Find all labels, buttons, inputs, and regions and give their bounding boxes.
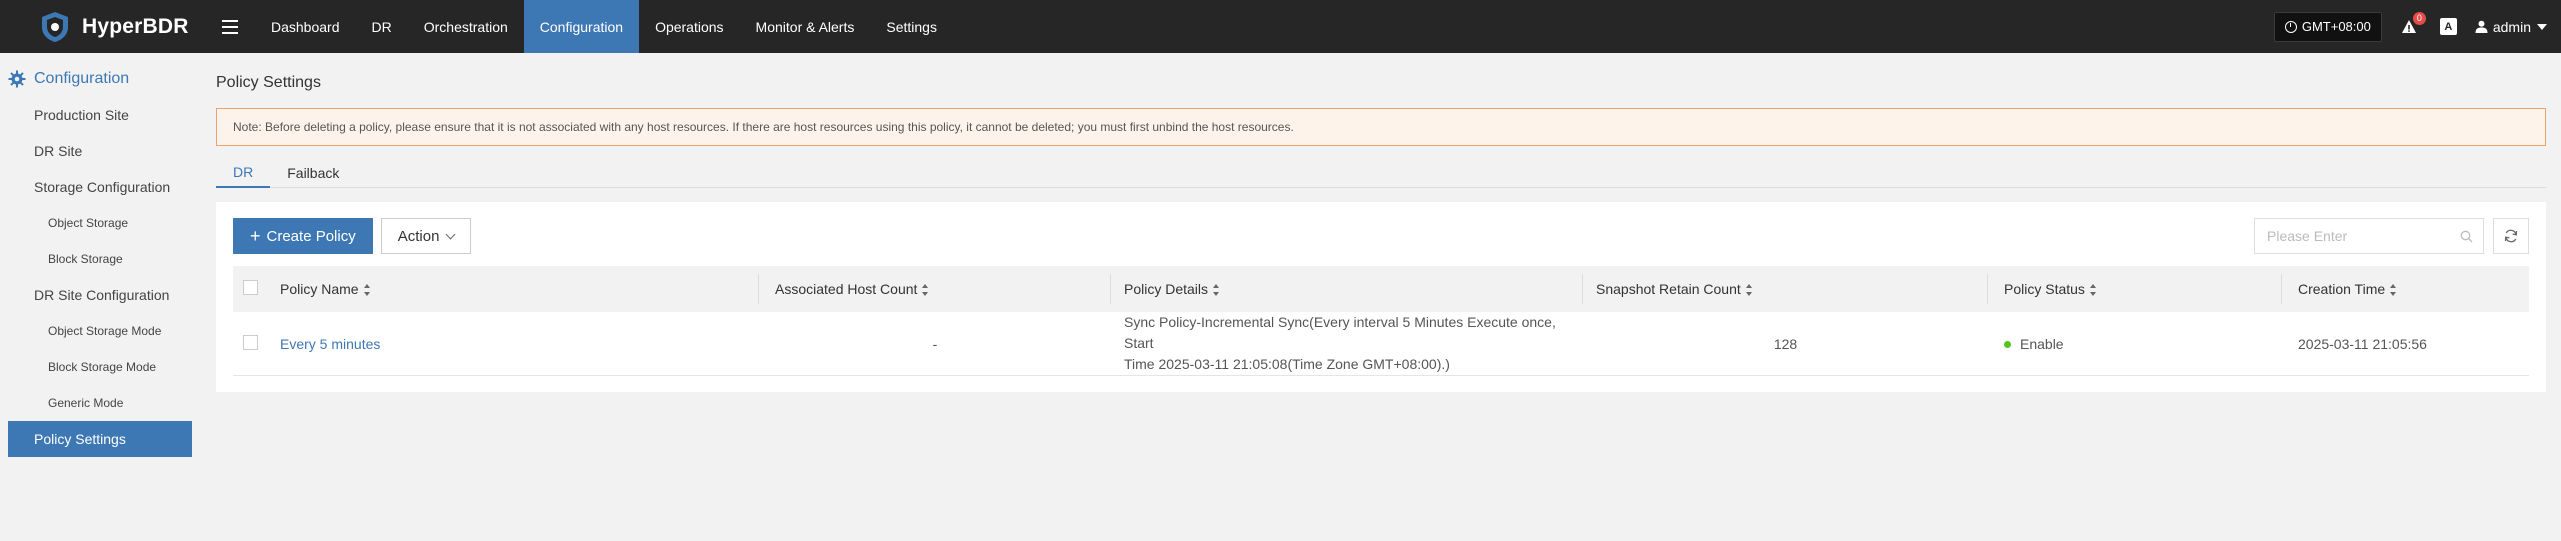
sort-icon[interactable] — [2390, 284, 2397, 297]
notice-text: Note: Before deleting a policy, please e… — [233, 120, 1294, 134]
refresh-button[interactable] — [2493, 218, 2529, 254]
nav-configuration[interactable]: Configuration — [523, 0, 640, 53]
policy-status-cell: Enable — [1988, 312, 2282, 376]
host-count-cell: - — [932, 335, 938, 352]
sort-icon[interactable] — [2089, 284, 2097, 297]
policy-panel: + Create Policy Action Please Enter Poli… — [216, 202, 2546, 392]
policy-details-line-2: Time 2025-03-11 21:05:08(Time Zone GMT+0… — [1124, 356, 1450, 372]
language-icon[interactable]: A — [2439, 18, 2457, 35]
chevron-down-icon — [2537, 23, 2547, 30]
snapshot-count-cell: 128 — [1773, 335, 1798, 352]
sidebar-header-label: Configuration — [34, 70, 130, 87]
sidebar-item-production-site[interactable]: Production Site — [0, 97, 200, 133]
sort-icon[interactable] — [1213, 284, 1220, 297]
nav-operations[interactable]: Operations — [639, 0, 739, 53]
column-header-snapshot-retain-count[interactable]: Snapshot Retain Count — [1583, 266, 1988, 312]
sort-icon[interactable] — [922, 284, 929, 297]
action-dropdown[interactable]: Action — [380, 218, 472, 254]
sidebar: Configuration Production Site DR Site St… — [0, 53, 200, 541]
refresh-icon — [2504, 229, 2518, 243]
page-title: Policy Settings — [216, 74, 321, 91]
timezone-label: GMT+08:00 — [2301, 19, 2371, 34]
sidebar-item-block-storage-mode[interactable]: Block Storage Mode — [0, 349, 200, 385]
column-header-policy-details[interactable]: Policy Details — [1111, 266, 1583, 312]
status-label: Enable — [2020, 335, 2064, 352]
column-header-policy-status[interactable]: Policy Status — [1988, 266, 2282, 312]
sidebar-item-dr-site-configuration[interactable]: DR Site Configuration — [0, 277, 200, 313]
creation-time-cell: 2025-03-11 21:05:56 — [2298, 335, 2427, 352]
select-all-checkbox[interactable] — [243, 280, 258, 295]
action-label: Action — [397, 227, 440, 245]
user-icon — [2475, 20, 2488, 33]
toolbar: + Create Policy Action — [233, 218, 2529, 254]
tab-bar: DR Failback — [216, 158, 2546, 188]
app-name: HyperBDR — [82, 14, 189, 38]
top-navbar: HyperBDR Dashboard DR Orchestration Conf… — [0, 0, 2561, 53]
column-header-associated-host-count[interactable]: Associated Host Count — [759, 266, 1111, 312]
row-checkbox[interactable] — [243, 334, 258, 350]
clock-icon — [2284, 20, 2297, 33]
sort-icon[interactable] — [363, 284, 371, 297]
tab-dr[interactable]: DR — [216, 158, 271, 188]
tab-failback[interactable]: Failback — [270, 158, 356, 188]
logo[interactable]: HyperBDR — [0, 0, 205, 53]
sidebar-item-generic-mode[interactable]: Generic Mode — [0, 385, 200, 421]
search-input[interactable] — [2267, 228, 2457, 244]
gear-icon — [8, 70, 26, 88]
alert-count-badge: 0 — [2412, 11, 2426, 25]
user-menu[interactable]: admin — [2475, 19, 2547, 35]
notice-banner: Note: Before deleting a policy, please e… — [216, 108, 2546, 146]
policy-name-link[interactable]: Every 5 minutes — [280, 336, 380, 352]
menu-toggle-icon[interactable] — [205, 0, 255, 53]
plus-icon: + — [250, 225, 261, 246]
nav-dr[interactable]: DR — [356, 0, 408, 53]
sidebar-item-dr-site[interactable]: DR Site — [0, 133, 200, 169]
sidebar-item-block-storage[interactable]: Block Storage — [0, 241, 200, 277]
nav-orchestration[interactable]: Orchestration — [408, 0, 524, 53]
create-policy-label: Create Policy — [266, 227, 356, 245]
username: admin — [2492, 18, 2531, 35]
column-header-creation-time[interactable]: Creation Time — [2282, 266, 2529, 312]
sidebar-header: Configuration — [0, 61, 200, 97]
nav-dashboard[interactable]: Dashboard — [255, 0, 356, 53]
table-row: Every 5 minutes - Sync Policy-Incrementa… — [233, 312, 2529, 376]
main-nav: Dashboard DR Orchestration Configuration… — [255, 0, 953, 53]
policy-details-line-1: Sync Policy-Incremental Sync(Every inter… — [1124, 314, 1556, 351]
alerts-button[interactable]: 0 — [2400, 11, 2426, 36]
sidebar-item-policy-settings[interactable]: Policy Settings — [8, 421, 192, 457]
column-header-policy-name[interactable]: Policy Name — [280, 266, 759, 312]
nav-monitor-alerts[interactable]: Monitor & Alerts — [740, 0, 871, 53]
nav-settings[interactable]: Settings — [870, 0, 953, 53]
status-dot-icon — [2004, 341, 2011, 349]
logo-icon — [42, 11, 68, 42]
sidebar-item-object-storage-mode[interactable]: Object Storage Mode — [0, 313, 200, 349]
policy-details-cell: Sync Policy-Incremental Sync(Every inter… — [1111, 312, 1583, 376]
sidebar-item-object-storage[interactable]: Object Storage — [0, 205, 200, 241]
chevron-down-icon — [445, 229, 456, 239]
table-header-row: Policy Name Associated Host Count Policy… — [233, 266, 2529, 312]
create-policy-button[interactable]: + Create Policy — [233, 218, 373, 254]
timezone-button[interactable]: GMT+08:00 — [2273, 11, 2382, 42]
sort-icon[interactable] — [1745, 284, 1753, 297]
policy-table: Policy Name Associated Host Count Policy… — [233, 266, 2529, 376]
main-content: Policy Settings Note: Before deleting a … — [216, 53, 2546, 541]
search-icon[interactable] — [2460, 230, 2473, 243]
sidebar-item-storage-configuration[interactable]: Storage Configuration — [0, 169, 200, 205]
search-box — [2254, 218, 2484, 254]
